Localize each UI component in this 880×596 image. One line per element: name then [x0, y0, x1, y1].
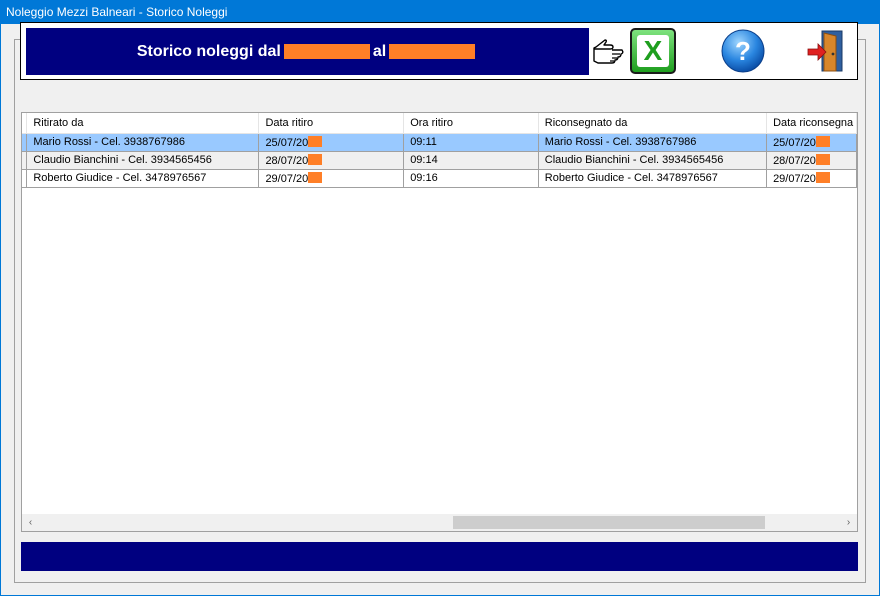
year-redacted — [308, 135, 323, 147]
date-from-redacted — [283, 44, 370, 59]
header-box: Storico noleggi dal al X ? — [20, 22, 858, 80]
cell-data-ritiro-text: 29/07/20 — [265, 172, 309, 185]
table-row[interactable]: Claudio Bianchini - Cel. 3934565456 28/07… — [22, 151, 857, 170]
excel-export-icon[interactable]: X — [630, 28, 676, 74]
scroll-right-button[interactable]: › — [840, 514, 857, 531]
table-header-row: Ritirato da Data ritiro Ora ritiro Ricon… — [22, 113, 857, 134]
rentals-grid[interactable]: Ritirato da Data ritiro Ora ritiro Ricon… — [21, 112, 858, 532]
cell-ritirato-da[interactable]: Mario Rossi - Cel. 3938767986 — [26, 133, 260, 152]
cell-riconsegnato-da[interactable]: Claudio Bianchini - Cel. 3934565456 — [538, 151, 768, 170]
date-to-redacted — [389, 44, 476, 59]
cell-data-ritiro[interactable]: 29/07/20 — [258, 169, 405, 188]
cell-data-riconsegna[interactable]: 29/07/20 — [766, 169, 857, 188]
cell-ora-ritiro[interactable]: 09:16 — [403, 169, 539, 188]
scroll-left-button[interactable]: ‹ — [22, 514, 39, 531]
column-header-ora-ritiro[interactable]: Ora ritiro — [403, 113, 539, 134]
help-glyph: ? — [735, 36, 751, 66]
column-header-data-ritiro[interactable]: Data ritiro — [258, 113, 405, 134]
year-redacted — [308, 171, 323, 183]
cell-riconsegnato-da-text: Roberto Giudice - Cel. 3478976567 — [544, 172, 718, 184]
cell-ritirato-da[interactable]: Claudio Bianchini - Cel. 3934565456 — [26, 151, 260, 170]
cell-ora-ritiro-text: 09:11 — [410, 136, 437, 148]
year-redacted — [308, 153, 323, 165]
cell-data-riconsegna-text: 29/07/20 — [773, 172, 816, 185]
cell-data-ritiro-text: 28/07/20 — [265, 154, 309, 167]
hand-pointer-icon — [593, 39, 624, 64]
cell-ritirato-da-text: Roberto Giudice - Cel. 3478976567 — [33, 172, 207, 184]
cell-ritirato-da[interactable]: Roberto Giudice - Cel. 3478976567 — [26, 169, 260, 188]
cell-data-riconsegna-text: 25/07/20 — [773, 136, 816, 149]
cell-data-riconsegna-text: 28/07/20 — [773, 154, 816, 167]
excel-glyph: X — [637, 35, 669, 67]
cell-riconsegnato-da[interactable]: Roberto Giudice - Cel. 3478976567 — [538, 169, 768, 188]
title-mid: al — [372, 42, 387, 60]
status-bar — [21, 542, 858, 571]
cell-riconsegnato-da[interactable]: Mario Rossi - Cel. 3938767986 — [538, 133, 768, 152]
window-title: Noleggio Mezzi Balneari - Storico Nolegg… — [0, 0, 880, 24]
scrollbar-thumb[interactable] — [453, 516, 765, 529]
title-banner: Storico noleggi dal al — [26, 28, 589, 75]
cell-ora-ritiro[interactable]: 09:11 — [403, 133, 539, 152]
exit-door-icon[interactable] — [806, 27, 846, 75]
title-prefix: Storico noleggi dal — [136, 42, 281, 60]
cell-data-ritiro[interactable]: 28/07/20 — [258, 151, 405, 170]
cell-riconsegnato-da-text: Claudio Bianchini - Cel. 3934565456 — [544, 154, 724, 166]
cell-ora-ritiro-text: 09:14 — [410, 154, 438, 166]
cell-data-ritiro-text: 25/07/20 — [265, 136, 309, 149]
column-header-riconsegnato-da[interactable]: Riconsegnato da — [538, 113, 768, 134]
rentals-table: Ritirato da Data ritiro Ora ritiro Ricon… — [22, 113, 857, 188]
year-redacted — [815, 135, 830, 147]
cell-ritirato-da-text: Claudio Bianchini - Cel. 3934565456 — [33, 154, 212, 166]
cell-ora-ritiro-text: 09:16 — [410, 172, 438, 184]
column-header-ritirato-da[interactable]: Ritirato da — [26, 113, 260, 134]
table-row[interactable]: Roberto Giudice - Cel. 3478976567 29/07/2… — [22, 169, 857, 188]
horizontal-scrollbar[interactable]: ‹ › — [22, 514, 857, 531]
column-header-data-riconsegna[interactable]: Data riconsegna — [766, 113, 857, 134]
cell-riconsegnato-da-text: Mario Rossi - Cel. 3938767986 — [544, 136, 697, 148]
table-row[interactable]: Mario Rossi - Cel. 3938767986 25/07/20 09:… — [22, 133, 857, 152]
cell-data-riconsegna[interactable]: 28/07/20 — [766, 151, 857, 170]
year-redacted — [815, 171, 830, 183]
cell-data-ritiro[interactable]: 25/07/20 — [258, 133, 405, 152]
cell-data-riconsegna[interactable]: 25/07/20 — [766, 133, 857, 152]
year-redacted — [815, 153, 830, 165]
cell-ritirato-da-text: Mario Rossi - Cel. 3938767986 — [33, 136, 185, 148]
help-icon[interactable]: ? — [720, 28, 766, 74]
cell-ora-ritiro[interactable]: 09:14 — [403, 151, 539, 170]
